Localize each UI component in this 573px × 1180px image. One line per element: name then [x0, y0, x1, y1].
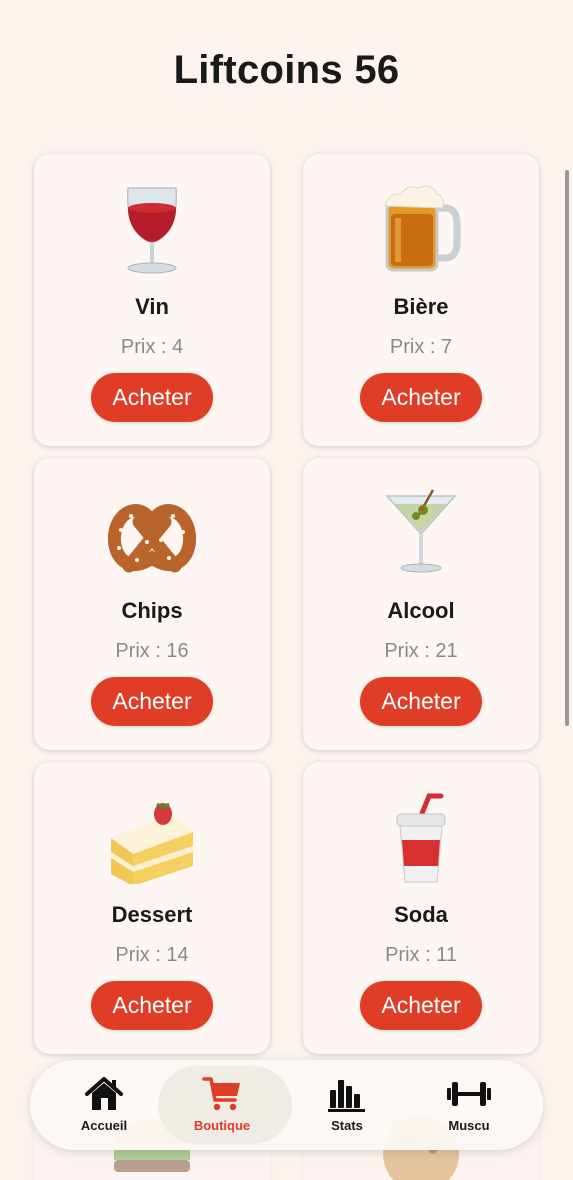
- buy-button[interactable]: Acheter: [360, 373, 482, 422]
- item-name: Chips: [121, 598, 183, 623]
- shop-item-card: Soda Prix : 11 Acheter: [303, 762, 539, 1054]
- item-price: Prix : 7: [389, 336, 453, 358]
- tab-muscu[interactable]: Muscu: [405, 1060, 533, 1150]
- shop-item-card: Chips Prix : 16 Acheter: [34, 458, 270, 750]
- tab-label: Muscu: [448, 1118, 490, 1133]
- item-name: Dessert: [111, 902, 193, 927]
- wine-glass-icon: [34, 184, 270, 276]
- pretzel-icon: [34, 488, 270, 580]
- tab-accueil[interactable]: Accueil: [40, 1060, 168, 1150]
- item-price: Prix : 11: [385, 944, 457, 966]
- buy-button[interactable]: Acheter: [91, 373, 213, 422]
- item-name: Soda: [394, 902, 448, 927]
- cocktail-glass-icon: [303, 488, 539, 580]
- item-price: Prix : 14: [115, 944, 189, 966]
- item-name: Bière: [393, 294, 449, 319]
- scrollbar[interactable]: [565, 170, 569, 726]
- item-name: Alcool: [387, 598, 455, 623]
- tab-stats[interactable]: Stats: [283, 1060, 411, 1150]
- soda-cup-icon: [303, 792, 539, 884]
- bottom-tab-bar: Accueil Boutique Stats Muscu: [30, 1060, 543, 1150]
- shop-item-card: Bière Prix : 7 Acheter: [303, 154, 539, 446]
- tab-boutique[interactable]: Boutique: [158, 1060, 292, 1150]
- dumbbell-icon: [446, 1076, 492, 1112]
- item-price: Prix : 16: [115, 640, 189, 662]
- buy-button[interactable]: Acheter: [360, 981, 482, 1030]
- cart-icon: [202, 1076, 242, 1112]
- item-price: Prix : 21: [384, 640, 458, 662]
- beer-mug-icon: [303, 184, 539, 276]
- buy-button[interactable]: Acheter: [91, 981, 213, 1030]
- tab-label: Boutique: [193, 1118, 251, 1133]
- shop-item-card: Vin Prix : 4 Acheter: [34, 154, 270, 446]
- shop-item-card: Dessert Prix : 14 Acheter: [34, 762, 270, 1054]
- shop-grid: Vin Prix : 4 Acheter Bière Prix : 7 Ache…: [0, 0, 573, 1180]
- shop-item-card: Alcool Prix : 21 Acheter: [303, 458, 539, 750]
- buy-button[interactable]: Acheter: [360, 677, 482, 726]
- cake-slice-icon: [34, 792, 270, 884]
- tab-label: Stats: [331, 1118, 363, 1133]
- tab-label: Accueil: [80, 1118, 128, 1133]
- item-name: Vin: [135, 294, 169, 319]
- item-price: Prix : 4: [120, 336, 184, 358]
- home-icon: [84, 1076, 124, 1112]
- buy-button[interactable]: Acheter: [91, 677, 213, 726]
- bar-chart-icon: [327, 1076, 367, 1112]
